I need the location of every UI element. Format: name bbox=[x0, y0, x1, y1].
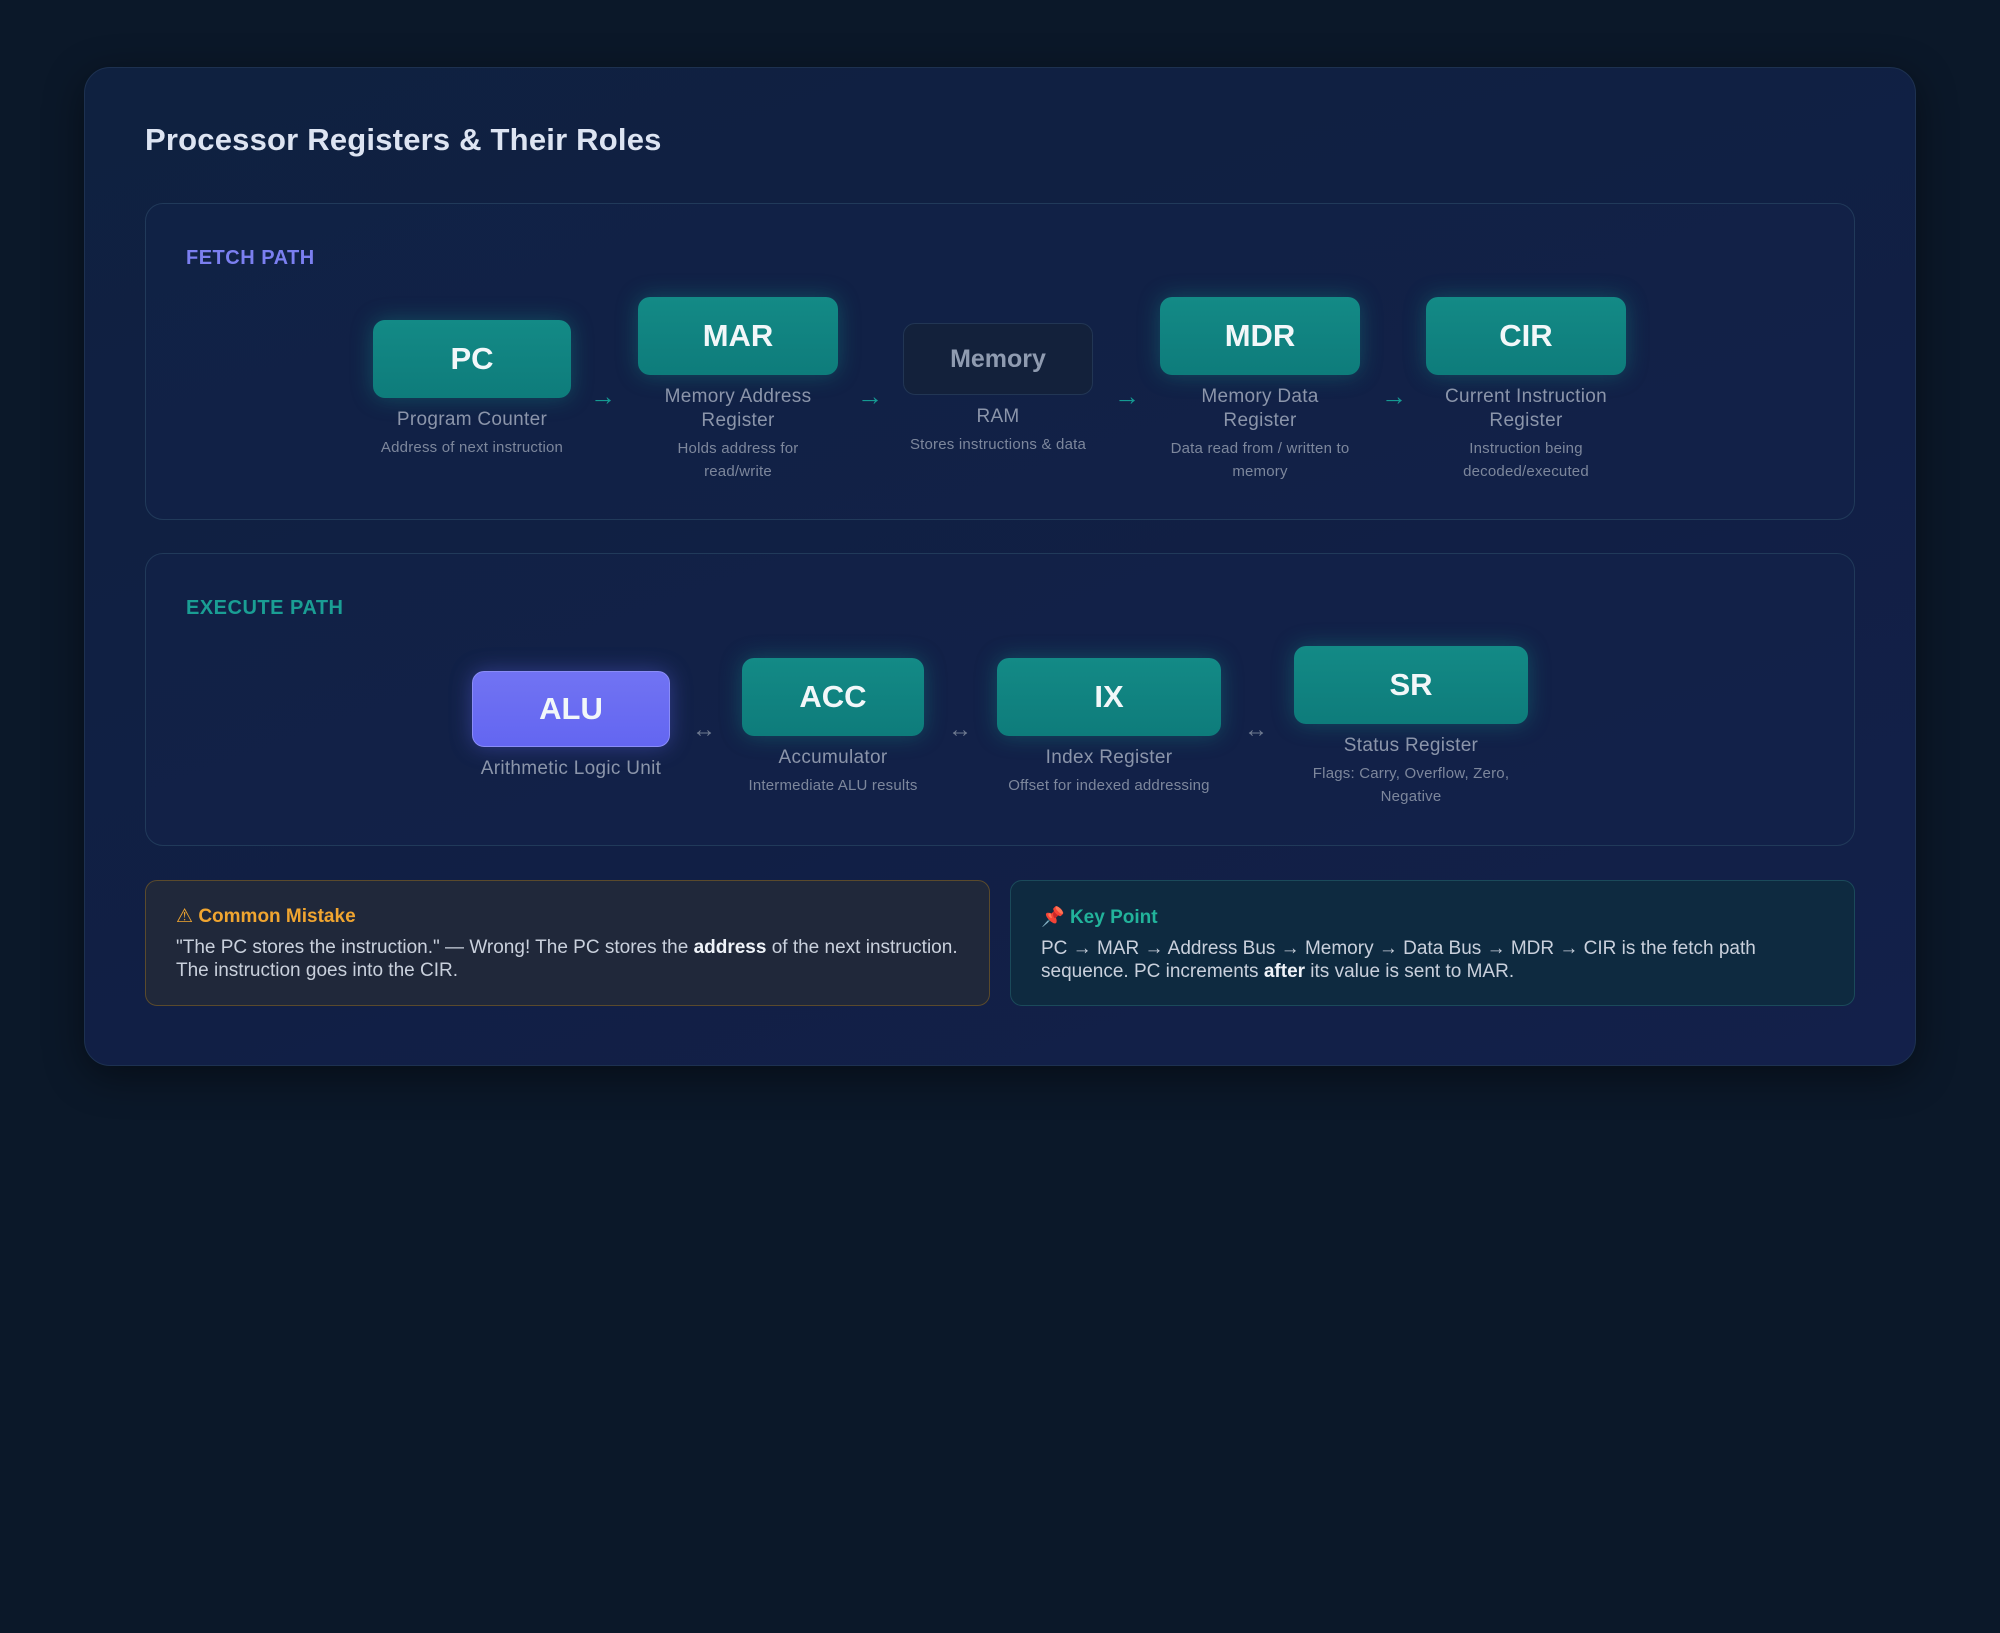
alu-box: ALU bbox=[472, 671, 670, 747]
node-mar: MAR Memory Address Register Holds addres… bbox=[638, 297, 838, 483]
mar-register-box: MAR bbox=[638, 297, 838, 375]
node-ix: IX Index Register Offset for indexed add… bbox=[989, 658, 1229, 797]
ix-register-box: IX bbox=[997, 658, 1221, 736]
memory-desc: Stores instructions & data bbox=[909, 436, 1087, 453]
sr-desc: Flags: Carry, Overflow, Zero, Negative bbox=[1312, 765, 1510, 805]
pc-name: Program Counter bbox=[396, 409, 548, 430]
acc-name: Accumulator bbox=[778, 747, 888, 768]
cir-desc: Instruction being decoded/executed bbox=[1463, 440, 1589, 480]
page-title: Processor Registers & Their Roles bbox=[145, 122, 662, 157]
key-text-end: its value is sent to MAR. bbox=[1305, 961, 1515, 982]
mdr-register-box: MDR bbox=[1160, 297, 1360, 375]
memory-name: RAM bbox=[976, 406, 1020, 427]
pc-register-box: PC bbox=[373, 320, 571, 398]
mistake-text-emphasis: address bbox=[693, 937, 767, 958]
common-mistake-heading: ⚠ Common Mistake bbox=[176, 905, 959, 928]
node-sr: SR Status Register Flags: Carry, Overflo… bbox=[1291, 646, 1531, 808]
execute-arrow-3: ↔ bbox=[1244, 716, 1268, 743]
key-point-callout: 📌 Key Point PC → MAR → Address Bus → Mem… bbox=[1010, 880, 1855, 1006]
common-mistake-title: Common Mistake bbox=[198, 906, 356, 927]
mar-desc: Holds address for read/write bbox=[677, 440, 799, 480]
pc-desc: Address of next instruction bbox=[380, 439, 564, 456]
key-point-text: PC → MAR → Address Bus → Memory → Data B… bbox=[1041, 937, 1824, 983]
acc-desc: Intermediate ALU results bbox=[748, 777, 918, 794]
fetch-arrow-2: → bbox=[857, 381, 883, 411]
execute-arrow-1: ↔ bbox=[692, 716, 716, 743]
fetch-path-label: FETCH PATH bbox=[186, 247, 315, 269]
node-pc: PC Program Counter Address of next instr… bbox=[372, 320, 572, 459]
alu-name: Arithmetic Logic Unit bbox=[480, 758, 662, 779]
ix-desc: Offset for indexed addressing bbox=[1008, 777, 1210, 794]
cir-register-box: CIR bbox=[1426, 297, 1626, 375]
memory-box: Memory bbox=[903, 323, 1093, 395]
sr-register-box: SR bbox=[1294, 646, 1528, 724]
fetch-arrow-1: → bbox=[590, 381, 616, 411]
key-point-title: Key Point bbox=[1069, 907, 1158, 928]
sr-name: Status Register bbox=[1343, 735, 1479, 756]
ix-name: Index Register bbox=[1045, 747, 1173, 768]
pushpin-icon: 📌 bbox=[1041, 907, 1065, 928]
key-text-emphasis: after bbox=[1263, 961, 1306, 982]
acc-register-box: ACC bbox=[742, 658, 924, 736]
cir-name: Current Instruction Register bbox=[1445, 386, 1607, 431]
mdr-name: Memory Data Register bbox=[1201, 386, 1319, 431]
fetch-arrow-3: → bbox=[1114, 381, 1140, 411]
warning-icon: ⚠ bbox=[176, 906, 194, 927]
execute-path-label: EXECUTE PATH bbox=[186, 597, 344, 619]
common-mistake-callout: ⚠ Common Mistake "The PC stores the inst… bbox=[145, 880, 990, 1006]
mdr-desc: Data read from / written to memory bbox=[1170, 440, 1350, 480]
fetch-arrow-4: → bbox=[1381, 381, 1407, 411]
mistake-text-start: "The PC stores the instruction." — Wrong… bbox=[176, 937, 694, 958]
node-cir: CIR Current Instruction Register Instruc… bbox=[1426, 297, 1626, 483]
node-acc: ACC Accumulator Intermediate ALU results bbox=[733, 658, 933, 797]
node-memory: Memory RAM Stores instructions & data bbox=[898, 323, 1098, 456]
execute-arrow-2: ↔ bbox=[948, 716, 972, 743]
mar-name: Memory Address Register bbox=[664, 386, 812, 431]
node-mdr: MDR Memory Data Register Data read from … bbox=[1160, 297, 1360, 483]
key-point-heading: 📌 Key Point bbox=[1041, 905, 1824, 929]
common-mistake-text: "The PC stores the instruction." — Wrong… bbox=[176, 936, 959, 982]
node-alu: ALU Arithmetic Logic Unit bbox=[471, 671, 671, 781]
